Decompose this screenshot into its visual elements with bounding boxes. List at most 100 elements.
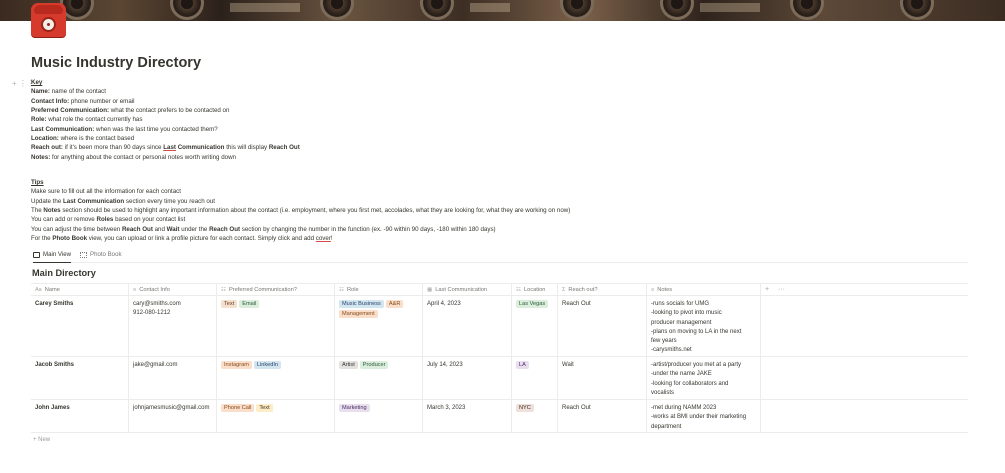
key-heading: Key [31,79,43,86]
cell-role[interactable]: Artist Producer [335,357,423,399]
role-tag: Producer [359,361,389,369]
tip-line-6: For the Photo Book view, you can upload … [31,235,333,243]
cell-notes[interactable]: -artist/producer you met at a party -unde… [647,357,761,399]
contact-line: 912-080-1212 [133,310,171,317]
cell-last-communication[interactable]: March 3, 2023 [423,400,512,432]
table-row[interactable]: Carey Smiths cary@smiths.com 912-080-1212 T… [31,296,968,357]
tip-line-1: Make sure to fill out all the informatio… [31,188,181,196]
tip-line-4: You can add or remove Roles based on you… [31,216,186,224]
add-column-button[interactable]: + [765,284,769,296]
cell-name[interactable]: John James [31,400,129,432]
more-options-button[interactable]: ··· [778,284,785,296]
tab-photo-book[interactable]: Photo Book [80,250,122,263]
page-title[interactable]: Music Industry Directory [31,55,201,71]
column-header-reach-out[interactable]: Σ Reach out? [558,284,647,296]
note-line: -looking for collaborators and [651,380,729,387]
cell-contact-info[interactable]: jake@gmail.com [129,357,217,399]
cell-reach-out[interactable]: Reach Out [558,296,647,356]
contact-line: cary@smiths.com [133,301,181,307]
gallery-icon [80,252,87,258]
tab-main-view[interactable]: Main View [33,250,71,263]
role-tag: Artist [339,361,358,369]
key-line-notes: Notes: for anything about the contact or… [31,153,236,161]
contact-line: jake@gmail.com [133,362,178,368]
cell-location[interactable]: NYC [512,400,558,432]
communication-tag: Email [239,300,260,308]
table-row[interactable]: Jacob Smiths jake@gmail.com Instagram Linke… [31,357,968,400]
cell-role[interactable]: Music Business A&R Management [335,296,423,356]
tip-line-2: Update the Last Communication section ev… [31,197,215,205]
note-line: -works at BMI under their marketing [651,414,747,421]
cell-notes[interactable]: -met during NAMM 2023 -works at BMI under… [647,400,761,432]
key-section: Key Name: name of the contact Contact In… [31,78,300,162]
role-tag: Management [339,310,378,318]
cell-reach-out[interactable]: Wait [558,357,647,399]
note-line: -runs socials for UMG [651,301,710,307]
cell-contact-info[interactable]: johnjamesmusic@gmail.com [129,400,217,432]
column-header-location[interactable]: ☷ Location [512,284,558,296]
communication-tag: Text [221,300,238,308]
tip-line-3: The Notes section should be used to high… [31,207,571,215]
communication-tag: Phone Call [221,404,255,412]
table-icon [33,252,40,258]
view-tabs: Main View Photo Book [31,250,968,263]
cell-name[interactable]: Jacob Smiths [31,357,129,399]
note-line: few years [651,338,677,345]
communication-tag: Instagram [221,361,252,369]
column-header-role[interactable]: ☷ Role [335,284,423,296]
cell-contact-info[interactable]: cary@smiths.com 912-080-1212 [129,296,217,356]
tip-line-5: You can adjust the time between Reach Ou… [31,225,496,233]
key-line-communication: Preferred Communication: what the contac… [31,107,230,115]
key-line-role: Role: what role the contact currently ha… [31,116,143,124]
column-header-name[interactable]: Aa Name [31,284,129,296]
note-line: -plans on moving to LA in the next [651,328,742,335]
note-line: producer management [651,319,712,326]
location-tag: NYC [516,404,534,412]
note-line: vocalists [651,389,675,396]
role-tag: A&R [385,300,404,308]
new-row-button[interactable]: + New [33,437,50,443]
cell-location[interactable]: Las Vegas [512,296,558,356]
last-link[interactable]: Last [163,144,176,151]
tips-section: Tips Make sure to fill out all the infor… [31,178,570,243]
page-cover[interactable] [0,0,1005,21]
cell-name[interactable]: Carey Smiths [31,296,129,356]
tips-heading: Tips [31,179,44,186]
cell-reach-out[interactable]: Reach Out [558,400,647,432]
note-line: -under the name JAKE [651,371,712,378]
note-line: department [651,423,682,430]
red-telephone-icon[interactable] [31,3,66,37]
cell-preferred-communication[interactable]: Phone Call Text [217,400,335,432]
key-line-last-communication: Last Communication: when was the last ti… [31,125,218,133]
cell-last-communication[interactable]: April 4, 2023 [423,296,512,356]
communication-tag: Text [256,404,273,412]
location-tag: LA [516,361,529,369]
key-line-contact: Contact Info: phone number or email [31,97,135,105]
note-line: -carysmiths.net [651,347,692,354]
cell-role[interactable]: Marketing [335,400,423,432]
cell-preferred-communication[interactable]: Instagram LinkedIn [217,357,335,399]
column-header-last-communication[interactable]: ▦ Last Communication [423,284,512,296]
database-title[interactable]: Main Directory [32,268,96,278]
communication-tag: LinkedIn [253,361,282,369]
role-tag: Music Business [339,300,384,308]
cell-notes[interactable]: -runs socials for UMG -looking to pivot i… [647,296,761,356]
table-row[interactable]: John James johnjamesmusic@gmail.com Phone … [31,400,968,433]
column-header-notes[interactable]: ≡ Notes [647,284,761,296]
cell-last-communication[interactable]: July 14, 2023 [423,357,512,399]
column-header-contact-info[interactable]: ≡ Contact Info [129,284,217,296]
table-header: Aa Name ≡ Contact Info ☷ Preferred Communic… [31,283,968,296]
contact-line: johnjamesmusic@gmail.com [133,405,210,411]
cell-location[interactable]: LA [512,357,558,399]
cell-preferred-communication[interactable]: Text Email [217,296,335,356]
key-line-location: Location: where is the contact based [31,135,135,143]
note-line: -artist/producer you met at a party [651,362,742,368]
note-line: -met during NAMM 2023 [651,405,717,411]
note-line: -looking to pivot into music [651,310,722,317]
key-line-reach-out: Reach out: if it's been more than 90 day… [31,144,300,152]
column-header-preferred-communication[interactable]: ☷ Preferred Communication? [217,284,335,296]
cover-link[interactable]: cover [316,235,331,242]
location-tag: Las Vegas [516,300,549,308]
key-line-name: Name: name of the contact [31,88,106,96]
role-tag: Marketing [339,404,370,412]
